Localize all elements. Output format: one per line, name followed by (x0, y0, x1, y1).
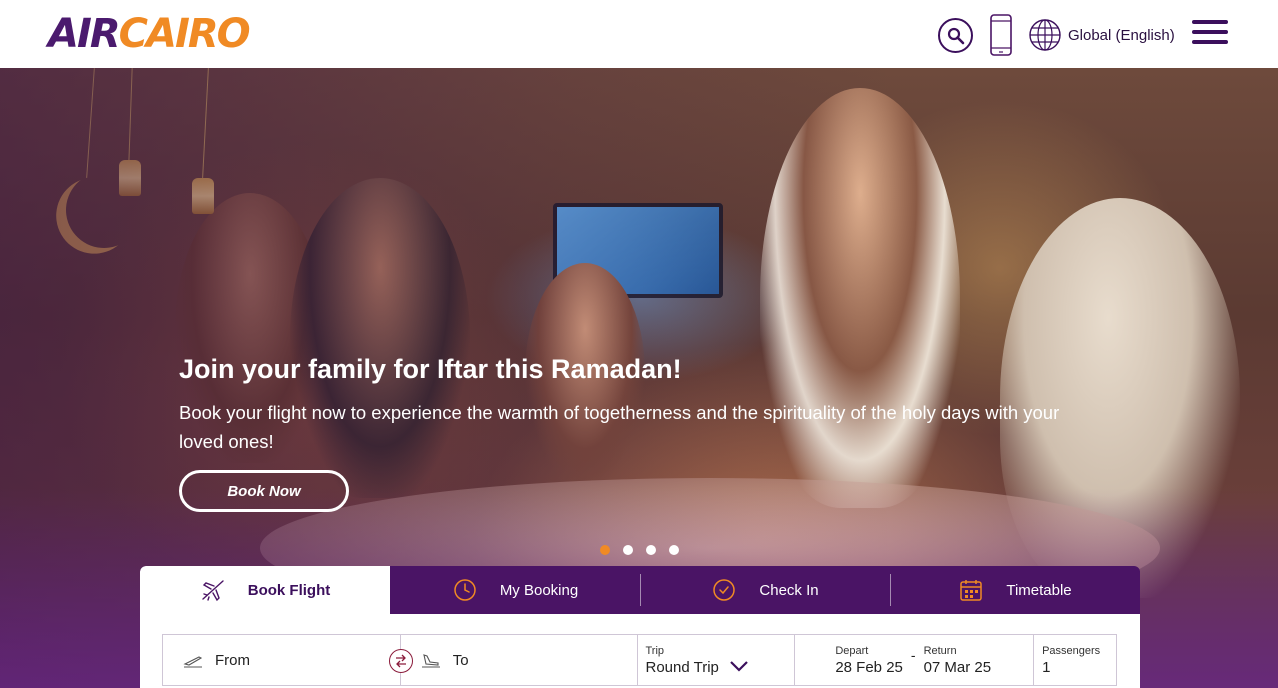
return-label: Return (923, 644, 957, 657)
booking-tabs: Book Flight My Booking Check In Timetabl… (140, 566, 1140, 614)
tab-book-flight[interactable]: Book Flight (140, 566, 390, 614)
booking-widget: Book Flight My Booking Check In Timetabl… (140, 566, 1140, 688)
date-separator: - (910, 647, 916, 663)
from-placeholder: From (215, 651, 250, 669)
logo-part-cairo: CAIRO (118, 11, 251, 57)
depart-date: Depart 28 Feb 25 (835, 645, 903, 676)
trip-label: Trip (645, 644, 665, 657)
carousel-dots (600, 545, 679, 555)
calendar-icon (958, 577, 984, 603)
depart-value: 28 Feb 25 (835, 658, 903, 676)
tab-my-booking[interactable]: My Booking (390, 566, 640, 614)
departure-icon (183, 656, 203, 668)
hero-title: Join your family for Iftar this Ramadan! (179, 354, 682, 384)
globe-icon (1029, 19, 1061, 51)
language-selector[interactable]: Global (English) (1028, 18, 1175, 52)
passengers-label: Passengers (1042, 644, 1101, 657)
carousel-dot-2[interactable] (623, 545, 633, 555)
to-placeholder: To (452, 651, 469, 669)
search-button[interactable] (938, 18, 973, 53)
mobile-phone-icon[interactable] (989, 14, 1013, 56)
chevron-down-icon (730, 661, 748, 672)
logo-part-air: AIR (48, 11, 121, 57)
carousel-dot-1[interactable] (600, 545, 610, 555)
language-label: Global (English) (1068, 26, 1175, 44)
hamburger-menu-icon[interactable] (1192, 20, 1228, 46)
book-now-button[interactable]: Book Now (179, 470, 349, 512)
tab-timetable[interactable]: Timetable (890, 566, 1140, 614)
hero-subtitle: Book your flight now to experience the w… (179, 402, 1060, 452)
clock-check-icon (711, 577, 737, 603)
site-header: AIR CAIRO Global (English) (0, 0, 1278, 68)
plane-icon (200, 577, 226, 603)
tab-my-booking-label: My Booking (499, 581, 579, 599)
passengers-field[interactable]: Passengers 1 (1034, 635, 1116, 685)
air-cairo-logo[interactable]: AIR CAIRO (48, 11, 251, 57)
carousel-dot-4[interactable] (669, 545, 679, 555)
passengers-value: 1 (1042, 658, 1051, 676)
return-date: Return 07 Mar 25 (924, 645, 992, 676)
to-field[interactable]: To (401, 635, 638, 685)
book-flight-panel: From To Trip Round Trip Depart 28 Feb 25… (140, 614, 1140, 688)
search-icon (947, 27, 964, 44)
arrival-icon (421, 654, 440, 668)
swap-icon (396, 654, 406, 668)
depart-label: Depart (835, 644, 869, 657)
tab-check-in[interactable]: Check In (640, 566, 890, 614)
flight-search-form: From To Trip Round Trip Depart 28 Feb 25… (162, 634, 1117, 686)
trip-value: Round Trip (645, 658, 719, 676)
return-value: 07 Mar 25 (923, 658, 992, 676)
trip-type-select[interactable]: Trip Round Trip (638, 635, 796, 685)
tab-timetable-label: Timetable (1006, 581, 1072, 599)
tab-check-in-label: Check In (759, 581, 819, 599)
date-range-field[interactable]: Depart 28 Feb 25 - Return 07 Mar 25 (795, 635, 1035, 685)
tab-book-flight-label: Book Flight (247, 581, 331, 599)
clock-icon (452, 577, 478, 603)
carousel-dot-3[interactable] (646, 545, 656, 555)
from-field[interactable]: From (163, 635, 401, 685)
swap-airports-button[interactable] (389, 649, 413, 673)
